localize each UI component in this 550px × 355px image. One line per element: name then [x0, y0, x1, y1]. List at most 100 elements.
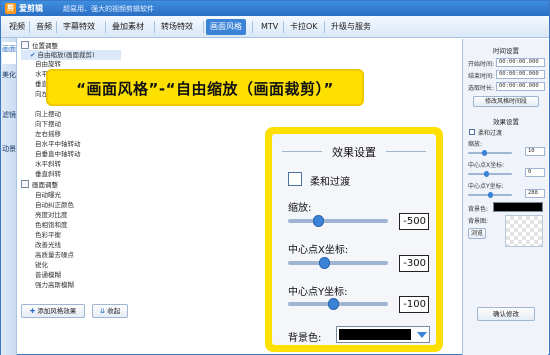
background-color-picker[interactable] [336, 326, 430, 343]
tree-item[interactable]: 强力高斯模糊 [35, 280, 74, 290]
tree-item-label: 自由缩放(画面裁剪) [37, 51, 95, 59]
title-divider-right [386, 151, 426, 152]
menu-divider [252, 21, 253, 33]
smooth-label: 柔和过渡 [478, 130, 503, 137]
tree-item[interactable]: 向上摆动 [35, 109, 61, 119]
smooth-transition-label: 柔和过渡 [310, 177, 350, 188]
add-effect-label: 添加风格效果 [37, 307, 77, 315]
zoomed-effect-settings: 效果设置 柔和过渡 缩放: -500 中心点X坐标: -300 中心点Y坐标: … [265, 127, 443, 352]
zoom-slider-knob[interactable] [482, 150, 487, 156]
center-y-field[interactable]: -100 [399, 296, 429, 313]
center-x-slider[interactable] [288, 257, 388, 269]
tree-item[interactable]: 改善光线 [35, 240, 61, 250]
scale-slider[interactable] [288, 215, 388, 227]
background-color-swatch [339, 329, 411, 340]
app-name: 爱剪辑 [19, 4, 43, 13]
tree-item[interactable]: 色相饱和度 [35, 220, 68, 230]
zoomed-panel-title: 效果设置 [332, 146, 376, 159]
menu-divider [29, 21, 30, 33]
duration-field[interactable]: 00:00:00.000 [496, 82, 545, 91]
tree-item[interactable]: 锐化 [35, 260, 48, 270]
center-x-field[interactable]: -300 [399, 255, 429, 272]
center-x-label: 中心点X坐标: [288, 245, 349, 256]
duration-label: 选取时长: [468, 85, 495, 92]
tree-item[interactable]: 高质量去噪点 [35, 250, 74, 260]
menu-divider [105, 21, 106, 33]
center-x-slider[interactable] [468, 171, 512, 177]
modify-time-button[interactable]: 修改风格时间段 [473, 96, 539, 107]
bg-color-label: 背景色: [468, 206, 489, 213]
menu-item-video[interactable]: 视频 [5, 19, 29, 35]
menu-item-subtitle[interactable]: 字幕特效 [59, 19, 99, 35]
scale-slider-knob[interactable] [313, 215, 324, 227]
tree-item[interactable]: 自水平中轴转动 [35, 139, 81, 149]
tree-item[interactable]: 色彩平衡 [35, 230, 61, 240]
tree-item[interactable]: 普通模糊 [35, 270, 61, 280]
menu-divider [154, 21, 155, 33]
main-menu-bar: 视频 音频 字幕特效 叠加素材 转场特效 画面风格 MTV 卡拉OK 升级与服务 [1, 16, 549, 38]
scale-label: 缩放: [288, 203, 312, 214]
side-tab-filter[interactable]: 滤镜 [2, 108, 16, 130]
tree-item[interactable]: 垂直斜转 [35, 169, 61, 179]
end-time-field[interactable]: 00:00:00.000 [496, 70, 545, 79]
tree-item[interactable]: 向下摆动 [35, 119, 61, 129]
add-effect-button[interactable]: ✚ 添加风格效果 [21, 304, 85, 318]
bg-image-label: 背景图: [468, 218, 489, 225]
center-y-slider[interactable] [288, 298, 388, 310]
side-tab-motion[interactable]: 动景 [2, 142, 16, 164]
tree-item[interactable]: 自垂直中轴转动 [35, 149, 81, 159]
center-y-slider-knob[interactable] [328, 298, 339, 310]
browse-button[interactable]: 浏览 [468, 228, 486, 239]
menu-item-upgrade[interactable]: 升级与服务 [327, 19, 375, 35]
center-y-field[interactable]: 288 [525, 189, 545, 198]
zoom-slider[interactable] [468, 150, 512, 156]
center-x-field[interactable]: 0 [525, 168, 545, 177]
center-x-label: 中心点X坐标: [468, 162, 505, 169]
center-y-slider[interactable] [468, 192, 512, 198]
bg-color-picker[interactable] [493, 202, 543, 212]
right-settings-panel: 时间设置 开始时间: 00:00:00.000 结束时间: 00:00:00.0… [462, 39, 548, 355]
center-x-slider-knob[interactable] [319, 257, 330, 269]
tree-item[interactable]: 亮度对比度 [35, 210, 68, 220]
app-slogan: 超易用、强大的视频剪辑软件 [63, 5, 154, 13]
time-settings-heading: 时间设置 [493, 47, 519, 55]
callout-text: “画面风格”-“自由缩放（画面裁剪）” [76, 80, 334, 98]
app-logo-icon: 剪 [5, 3, 16, 14]
tree-item[interactable]: 自动曝光 [35, 190, 61, 200]
tree-item[interactable]: 左右摇移 [35, 129, 61, 139]
end-time-label: 结束时间: [468, 73, 495, 80]
menu-item-style[interactable]: 画面风格 [206, 19, 246, 35]
app-window: 剪 爱剪辑 超易用、强大的视频剪辑软件 视频 音频 字幕特效 叠加素材 转场特效… [0, 0, 550, 355]
menu-divider [56, 21, 57, 33]
menu-item-overlay[interactable]: 叠加素材 [108, 19, 148, 35]
callout-banner: “画面风格”-“自由缩放（画面裁剪）” [46, 69, 364, 106]
center-x-slider-knob[interactable] [484, 171, 489, 177]
tree-group-adjust[interactable]: 画面调整 [21, 180, 58, 190]
menu-divider [324, 21, 325, 33]
start-time-field[interactable]: 00:00:00.000 [496, 58, 545, 67]
center-y-slider-knob[interactable] [488, 192, 493, 198]
tree-item[interactable]: 自由旋转 [35, 59, 61, 69]
chevron-down-icon[interactable] [417, 332, 427, 338]
center-y-label: 中心点Y坐标: [288, 287, 348, 298]
zoom-label: 缩放: [468, 141, 483, 148]
side-tab-beautify[interactable]: 美化 [2, 68, 16, 90]
confirm-modify-button[interactable]: 确认修改 [477, 307, 535, 321]
background-color-label: 背景色: [288, 333, 322, 344]
menu-divider [283, 21, 284, 33]
menu-item-karaoke[interactable]: 卡拉OK [286, 19, 322, 35]
menu-item-audio[interactable]: 音频 [32, 19, 56, 35]
smooth-transition-checkbox[interactable] [288, 172, 302, 186]
collapse-button[interactable]: ⇊ 收起 [92, 304, 128, 318]
menu-item-transition[interactable]: 转场特效 [157, 19, 197, 35]
bg-image-preview [505, 215, 543, 247]
tree-item[interactable]: 自动纠正颜色 [35, 200, 74, 210]
check-icon: ✔ [30, 51, 36, 59]
tree-item[interactable]: 水平斜转 [35, 159, 61, 169]
menu-divider [203, 21, 204, 33]
zoom-field[interactable]: 10 [525, 147, 545, 156]
scale-field[interactable]: -500 [399, 213, 429, 230]
smooth-checkbox[interactable] [469, 129, 475, 135]
side-tab-picture[interactable]: 画面 [2, 42, 16, 64]
menu-item-mtv[interactable]: MTV [257, 19, 282, 35]
